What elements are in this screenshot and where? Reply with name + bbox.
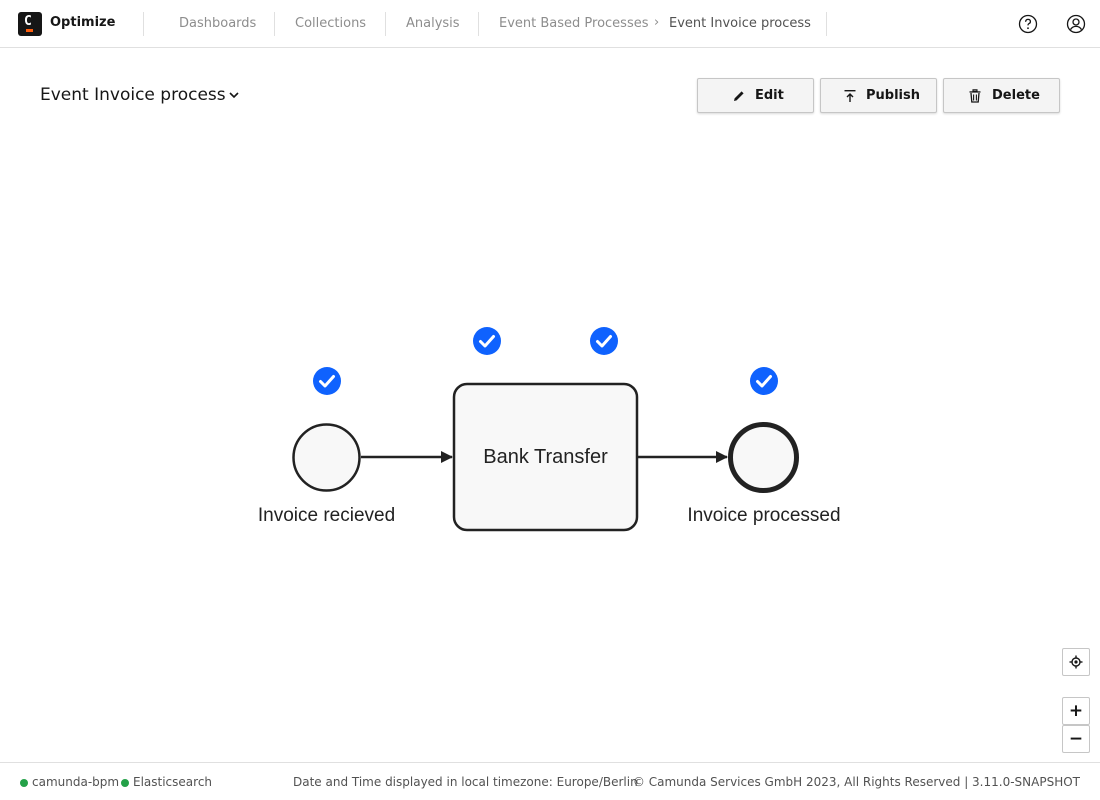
minus-icon: − [1068,729,1084,749]
nav-divider [385,12,386,36]
connection-status-dot [121,779,129,787]
timezone-info: Date and Time displayed in local timezon… [293,775,638,789]
crosshair-icon [1069,655,1083,669]
trash-icon [969,89,981,103]
nav-divider [478,12,479,36]
check-marker-icon[interactable] [313,367,341,395]
camunda-logo[interactable]: C [18,12,42,36]
footer: camunda-bpm Elasticsearch Date and Time … [0,762,1100,800]
user-icon[interactable] [1066,14,1086,34]
breadcrumb-event-based-processes[interactable]: Event Based Processes [499,16,649,31]
chevron-down-icon[interactable] [228,88,240,102]
reset-zoom-button[interactable] [1062,648,1090,676]
delete-button[interactable]: Delete [943,78,1060,113]
connection-status-dot [20,779,28,787]
nav-collections[interactable]: Collections [295,16,366,31]
publish-button[interactable]: Publish [820,78,937,113]
bpmn-diagram-canvas[interactable]: Invoice recieved Bank Transfer Invoice p… [0,130,1100,760]
publish-label: Publish [866,88,920,103]
edit-button[interactable]: Edit [697,78,814,113]
process-title[interactable]: Event Invoice process [40,85,226,105]
pencil-icon [734,91,744,101]
upload-icon [844,90,856,102]
copyright: © Camunda Services GmbH 2023, All Rights… [632,775,1080,789]
nav-divider [143,12,144,36]
end-event[interactable] [728,422,799,493]
zoom-out-button[interactable]: − [1062,725,1090,753]
breadcrumb-separator: › [654,15,660,30]
end-event-label: Invoice processed [687,505,840,526]
status-camunda-bpm: camunda-bpm [32,775,120,789]
plus-icon: + [1068,701,1084,721]
nav-divider [274,12,275,36]
edit-label: Edit [755,88,784,103]
check-marker-icon[interactable] [750,367,778,395]
zoom-in-button[interactable]: + [1062,697,1090,725]
breadcrumb-current[interactable]: Event Invoice process [669,16,811,31]
nav-dashboards[interactable]: Dashboards [179,16,256,31]
nav-divider [826,12,827,36]
status-elasticsearch: Elasticsearch [133,775,213,789]
app-name[interactable]: Optimize [50,15,115,30]
help-icon[interactable] [1018,14,1038,34]
nav-analysis[interactable]: Analysis [406,16,460,31]
check-marker-icon[interactable] [590,327,618,355]
check-marker-icon[interactable] [473,327,501,355]
task-label: Bank Transfer [483,446,608,468]
start-event-label: Invoice recieved [258,505,395,526]
top-navigation-bar: C Optimize Dashboards Collections Analys… [0,0,1100,48]
start-event[interactable] [292,423,361,492]
delete-label: Delete [992,88,1040,103]
